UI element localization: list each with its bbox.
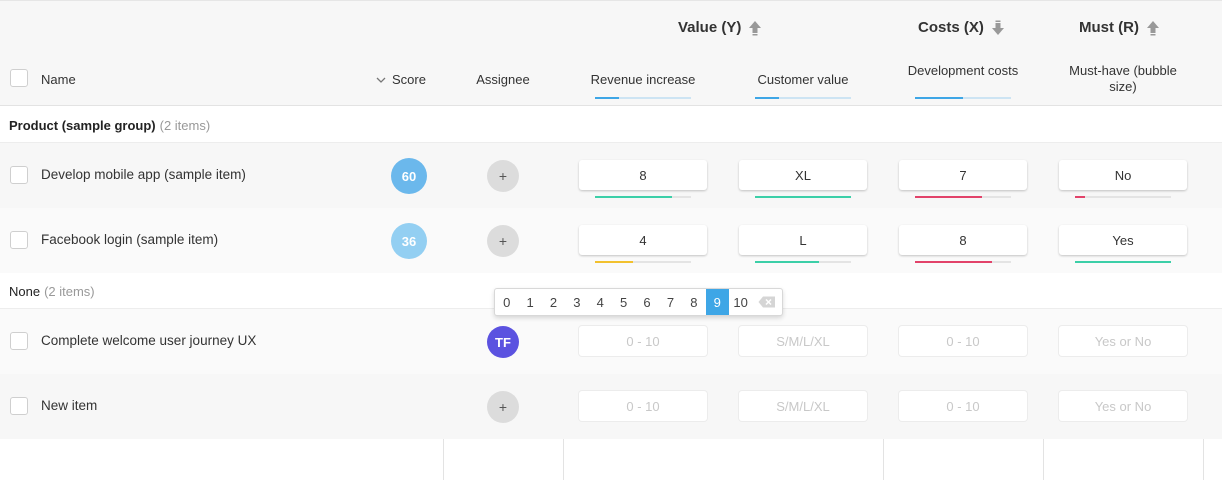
revenue-value-field[interactable]: 8: [579, 160, 707, 190]
picker-option[interactable]: 10: [729, 289, 752, 315]
group-title: Product (sample group) (2 items): [9, 118, 210, 133]
value-bar: [1075, 261, 1171, 263]
row-checkbox[interactable]: [10, 166, 28, 184]
item-name[interactable]: Facebook login (sample item): [41, 232, 218, 247]
must-have-field[interactable]: Yes or No: [1059, 326, 1187, 356]
picker-option[interactable]: 6: [635, 289, 658, 315]
arrow-up-icon: [748, 20, 762, 36]
costs-group-title: Costs (X): [918, 19, 984, 36]
revenue-value-field[interactable]: 0 - 10: [579, 391, 707, 421]
table-row[interactable]: Complete welcome user journey UX TF 0 - …: [0, 309, 1222, 374]
add-assignee-button[interactable]: +: [487, 225, 519, 257]
criterion-must-have[interactable]: Must-have (bubble size): [1063, 63, 1183, 95]
assignee-column-header: Assignee: [476, 72, 530, 87]
picker-option[interactable]: 9: [705, 289, 729, 315]
select-all-checkbox[interactable]: [10, 69, 28, 87]
picker-option[interactable]: 7: [659, 289, 682, 315]
row-checkbox[interactable]: [10, 231, 28, 249]
picker-option[interactable]: 2: [542, 289, 565, 315]
revenue-value-field[interactable]: 4: [579, 225, 707, 255]
value-bar: [755, 196, 851, 198]
add-assignee-button[interactable]: +: [487, 160, 519, 192]
table-row[interactable]: Develop mobile app (sample item) 60 + 8 …: [0, 143, 1222, 208]
item-name[interactable]: Develop mobile app (sample item): [41, 167, 246, 182]
avatar[interactable]: TF: [487, 326, 519, 358]
table-row[interactable]: Facebook login (sample item) 36 + 4 L 8 …: [0, 208, 1222, 273]
development-costs-field[interactable]: 0 - 10: [899, 326, 1027, 356]
group-name: None: [9, 284, 41, 299]
customer-value-field[interactable]: S/M/L/XL: [739, 391, 867, 421]
score-badge: 60: [391, 158, 427, 194]
picker-option[interactable]: 8: [682, 289, 705, 315]
criterion-weight-bar: [595, 97, 691, 99]
criterion-customer-value[interactable]: Customer value: [739, 72, 867, 88]
development-costs-field[interactable]: 0 - 10: [899, 391, 1027, 421]
value-bar: [915, 261, 1011, 263]
item-name[interactable]: New item: [41, 398, 97, 413]
customer-value-field[interactable]: S/M/L/XL: [739, 326, 867, 356]
row-checkbox[interactable]: [10, 332, 28, 350]
score-badge: 36: [391, 223, 427, 259]
value-bar: [1075, 196, 1171, 198]
revenue-value-field[interactable]: 0 - 10: [579, 326, 707, 356]
row-checkbox[interactable]: [10, 397, 28, 415]
name-column-header[interactable]: Name: [41, 72, 76, 87]
value-group-title: Value (Y): [678, 19, 742, 36]
must-have-field[interactable]: Yes: [1059, 225, 1187, 255]
development-costs-field[interactable]: 7: [899, 160, 1027, 190]
value-group-header[interactable]: Value (Y): [678, 19, 762, 36]
group-count: (2 items): [44, 284, 95, 299]
picker-option[interactable]: 3: [565, 289, 588, 315]
picker-option[interactable]: 5: [612, 289, 635, 315]
criterion-development-costs[interactable]: Development costs: [899, 63, 1027, 79]
group-name: Product (sample group): [9, 118, 156, 133]
group-title: None (2 items): [9, 284, 95, 299]
table-header: Name Score Assignee Value (Y) Costs (X) …: [0, 0, 1222, 106]
backspace-icon[interactable]: [752, 289, 782, 315]
must-have-field[interactable]: No: [1059, 160, 1187, 190]
item-name[interactable]: Complete welcome user journey UX: [41, 333, 256, 348]
must-group-title: Must (R): [1079, 19, 1139, 36]
picker-option[interactable]: 1: [518, 289, 541, 315]
development-costs-field[interactable]: 8: [899, 225, 1027, 255]
picker-option[interactable]: 4: [589, 289, 612, 315]
number-picker: 0 1 2 3 4 5 6 7 8 9 10: [494, 288, 784, 316]
value-bar: [755, 261, 851, 263]
group-header-product[interactable]: Product (sample group) (2 items): [0, 106, 1222, 143]
criterion-weight-bar: [915, 97, 1011, 99]
value-bar: [915, 196, 1011, 198]
customer-value-field[interactable]: L: [739, 225, 867, 255]
value-bar: [595, 261, 691, 263]
arrow-down-icon: [991, 20, 1005, 36]
table-row[interactable]: New item + 0 - 10 S/M/L/XL 0 - 10 Yes or…: [0, 374, 1222, 439]
chevron-down-icon: [376, 77, 386, 83]
value-bar: [595, 196, 691, 198]
score-label: Score: [392, 72, 426, 87]
picker-option[interactable]: 0: [495, 289, 518, 315]
customer-value-field[interactable]: XL: [739, 160, 867, 190]
add-assignee-button[interactable]: +: [487, 391, 519, 423]
score-column-header[interactable]: Score: [376, 72, 426, 87]
costs-group-header[interactable]: Costs (X): [918, 19, 1005, 36]
criterion-revenue-increase[interactable]: Revenue increase: [579, 72, 707, 88]
must-have-field[interactable]: Yes or No: [1059, 391, 1187, 421]
must-group-header[interactable]: Must (R): [1079, 19, 1160, 36]
group-count: (2 items): [159, 118, 211, 133]
criterion-weight-bar: [755, 97, 851, 99]
arrow-up-icon: [1146, 20, 1160, 36]
